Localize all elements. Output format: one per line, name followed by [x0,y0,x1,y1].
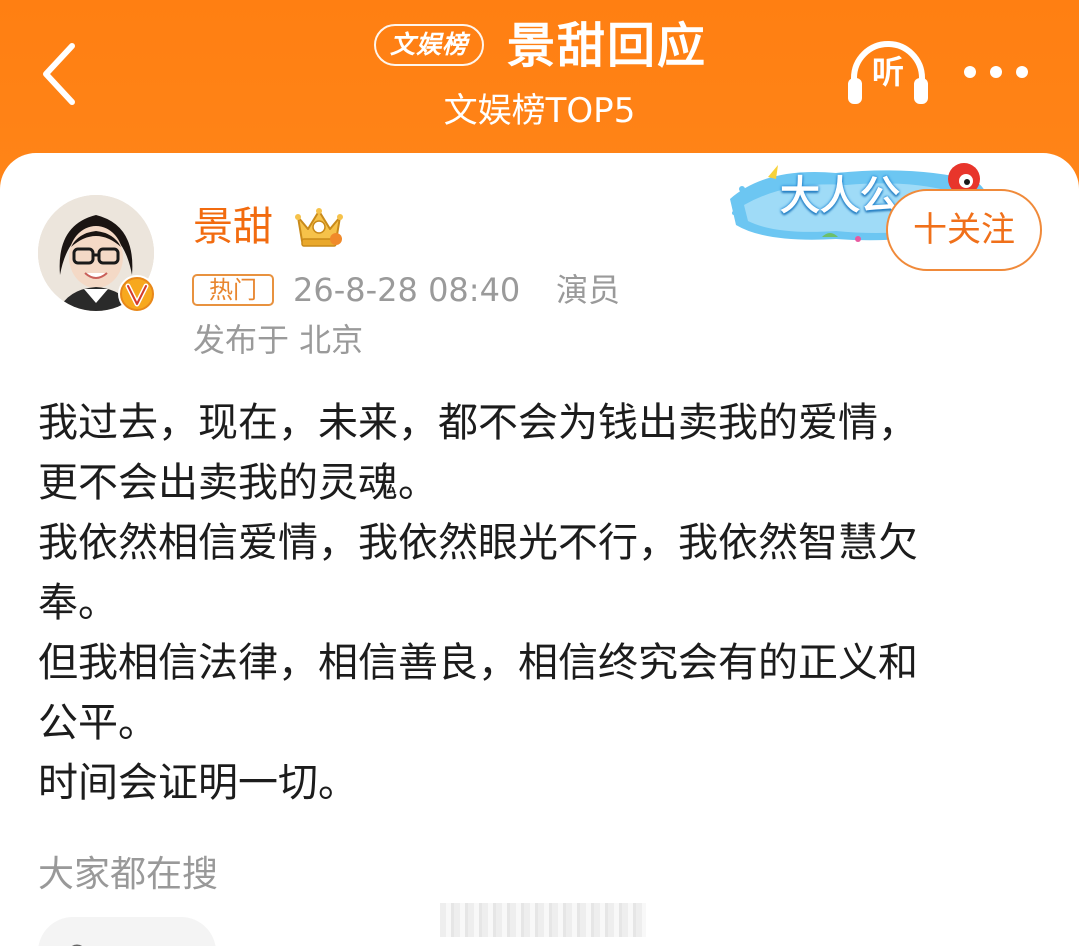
trending-search-chip[interactable] [38,917,216,946]
listen-button[interactable]: 听 [844,40,932,106]
banner-text: 大人公 [780,173,900,219]
author-name[interactable]: 景甜 [193,201,273,253]
post-card: 景甜 热门 26-8-28 08:40 演员 发布于 北京 大人公 十关注 我过… [0,153,1079,946]
post-text-line: 时间会证明一切。 [38,760,358,806]
post-content: 我过去，现在，未来，都不会为钱出卖我的爱情， 更不会出卖我的灵魂。 我依然相信爱… [38,393,1048,813]
obscured-watermark [440,903,646,937]
wenyu-rank-badge[interactable]: 文娱榜 [374,24,484,66]
post-text-line: 我依然相信爱情，我依然眼光不行，我依然智慧欠 [38,520,918,566]
follow-button[interactable]: 十关注 [886,189,1042,271]
author-role: 演员 [556,271,621,309]
top-header: 文娱榜 景甜回应 文娱榜TOP5 听 [0,0,1079,170]
post-text-line: 公平。 [38,700,158,746]
post-timestamp: 26-8-28 08:40 [293,271,521,309]
post-text-line: 更不会出卖我的灵魂。 [38,460,438,506]
post-location: 发布于 北京 [193,321,364,359]
weibo-post-screen: 文娱榜 景甜回应 文娱榜TOP5 听 景甜 热门 26-8-28 08:40 演… [0,0,1079,946]
listen-label: 听 [871,53,904,91]
verified-v-icon [118,275,156,313]
hot-tag: 热门 [192,274,274,306]
post-text-line: 我过去，现在，未来，都不会为钱出卖我的爱情， [38,400,918,446]
more-options-button[interactable] [958,56,1038,88]
page-title: 景甜回应 [507,18,708,74]
everyone-searching-heading: 大家都在搜 [38,854,219,895]
post-text-line: 奉。 [38,580,118,626]
more-dots-icon [964,66,1028,78]
crown-icon[interactable] [292,205,346,249]
post-text-line: 但我相信法律，相信善良，相信终究会有的正义和 [38,640,918,686]
